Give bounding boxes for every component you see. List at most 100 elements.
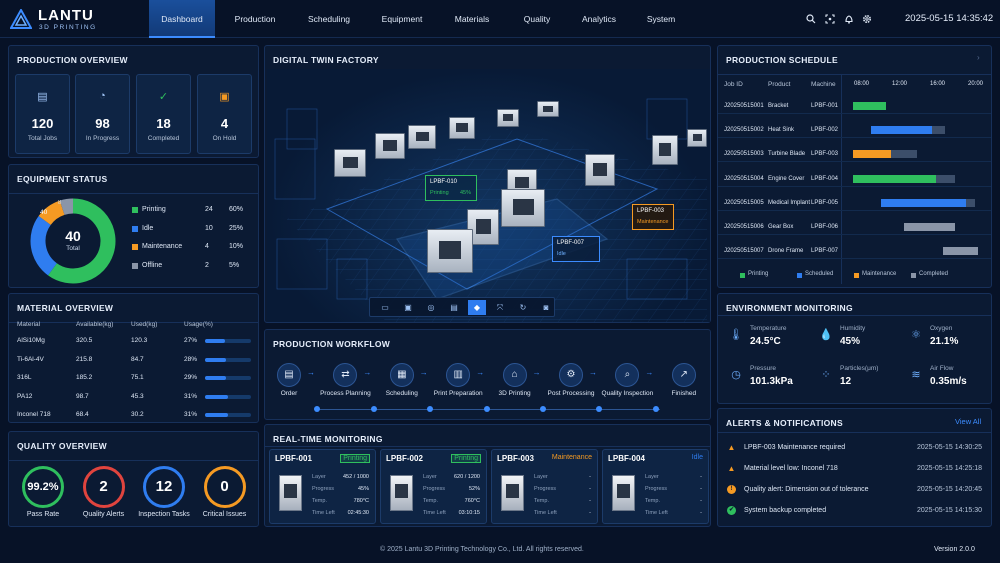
gantt-bar[interactable] (881, 198, 966, 207)
nav-production[interactable]: Production (222, 0, 288, 38)
monitor-card-lpbf-002[interactable]: LPBF-002 Printing Layer 620 / 1200 Progress 5… (380, 449, 487, 524)
callout-lpbf-010[interactable]: LPBF-010 Printing 45% (425, 175, 477, 201)
nav-quality[interactable]: Quality (504, 0, 570, 38)
stat-card-on-hold[interactable]: ▣ 4 On Hold (197, 74, 252, 154)
machine-model[interactable] (497, 109, 519, 127)
stat-card-in-progress[interactable]: ◔ 98 In Progress (75, 74, 130, 154)
gantt-bar[interactable] (853, 102, 887, 110)
machine-id: LPBF-001 (811, 103, 839, 109)
env-label: Humidity (840, 325, 866, 332)
job-id[interactable]: J20250515006 (724, 224, 764, 230)
rotate-icon[interactable]: ↻ (514, 300, 532, 315)
stat-card-total-jobs[interactable]: ▤ 120 Total Jobs (15, 74, 70, 154)
factory-3d-view[interactable]: LPBF-010 Printing 45% LPBF-003 Maintenan… (267, 69, 710, 322)
box-icon[interactable]: ▣ (399, 300, 417, 315)
workflow-step-icon[interactable]: ↗ (671, 363, 696, 387)
machine-model[interactable] (408, 125, 436, 149)
callout-lpbf-007[interactable]: LPBF-007 Idle (552, 236, 600, 262)
job-id[interactable]: J20250515003 (724, 151, 764, 157)
gantt-bar[interactable] (904, 223, 956, 231)
monitor-card-lpbf-004[interactable]: LPBF-004 Idle Layer - Progress - Temp. - Time Le… (602, 449, 709, 524)
scan-icon[interactable] (825, 14, 835, 26)
workflow-step-icon[interactable]: ▦ (389, 363, 414, 387)
alert-text[interactable]: Material level low: Inconel 718 (744, 465, 838, 472)
job-id[interactable]: J20250515007 (724, 248, 764, 254)
alert-text[interactable]: LPBF-003 Maintenance required (744, 444, 845, 451)
search-icon[interactable] (806, 14, 816, 26)
logo-icon (9, 7, 33, 29)
stat-card-completed[interactable]: ✓ 18 Completed (136, 74, 191, 154)
view-all-link[interactable]: View All (955, 417, 981, 426)
gantt-bar[interactable] (853, 150, 892, 159)
env-label: Air Flow (930, 365, 954, 372)
workflow-step-icon[interactable]: ▤ (277, 363, 301, 387)
machine-model[interactable] (687, 129, 707, 147)
alert-text[interactable]: System backup completed (744, 507, 826, 514)
workflow-step-icon[interactable]: ⌂ (502, 363, 527, 387)
time-tick: 16:00 (930, 81, 946, 87)
gantt-bar[interactable] (942, 247, 979, 256)
workflow-step-icon[interactable]: ⇄ (333, 363, 358, 387)
settings-icon[interactable]: ◎ (422, 300, 440, 315)
printer-image (390, 475, 413, 511)
layout-icon[interactable]: ▭ (376, 300, 394, 315)
workflow-step-icon[interactable]: ⚙ (559, 363, 583, 387)
job-id[interactable]: J20250515005 (724, 200, 764, 206)
machine-model[interactable] (427, 229, 473, 273)
workflow-step-icon[interactable]: ⌕ (615, 363, 640, 387)
alert-text[interactable]: Quality alert: Dimension out of toleranc… (744, 486, 869, 493)
cube-icon[interactable]: ◆ (468, 300, 486, 315)
nav-scheduling[interactable]: Scheduling (296, 0, 362, 38)
quality-ring[interactable]: 0 (203, 466, 246, 508)
quality-ring[interactable]: 99.2% (22, 466, 64, 508)
monitor-card-lpbf-003[interactable]: LPBF-003 Maintenance Layer - Progress - Temp. -… (491, 449, 598, 524)
nav-analytics[interactable]: Analytics (566, 0, 632, 38)
nav-dashboard[interactable]: Dashboard (149, 0, 215, 38)
donut-total-value: 40 (65, 228, 81, 244)
quality-ring[interactable]: 2 (82, 466, 125, 508)
job-id[interactable]: J20250515001 (724, 103, 764, 109)
machine-model[interactable] (449, 117, 475, 139)
donut-slice-idle[interactable] (30, 216, 58, 276)
machine-model[interactable] (501, 189, 545, 227)
donut-slice-maintenance[interactable] (38, 200, 65, 226)
quality-ring[interactable]: 12 (143, 466, 185, 508)
callout-lpbf-003[interactable]: LPBF-003 Maintenance (632, 204, 674, 230)
callout-id: LPBF-003 (637, 208, 665, 214)
gantt-bar-rest (965, 198, 975, 207)
panel-title: PRODUCTION WORKFLOW (273, 339, 391, 349)
gear-icon[interactable] (862, 14, 872, 26)
usage-bar (205, 357, 251, 362)
nav-system[interactable]: System (628, 0, 694, 38)
brand-name: LANTU (38, 7, 94, 24)
chevron-right-icon[interactable]: › (977, 53, 980, 62)
job-id[interactable]: J20250515004 (724, 176, 764, 182)
machine-id: LPBF-007 (811, 248, 839, 255)
list-icon[interactable]: ▤ (445, 300, 463, 315)
bell-icon[interactable] (844, 14, 854, 26)
camera-icon[interactable]: ◙ (537, 300, 555, 315)
donut-slice-offline[interactable] (59, 198, 74, 215)
nav-materials[interactable]: Materials (439, 0, 505, 38)
quality-label: Quality Alerts (82, 511, 125, 518)
nav-equipment[interactable]: Equipment (369, 0, 435, 38)
gantt-bar[interactable] (853, 174, 937, 183)
arrow-right-icon: → (419, 368, 428, 377)
machine-model[interactable] (585, 154, 615, 186)
arrow-right-icon: → (307, 368, 315, 377)
material-available: 215.8 (76, 355, 93, 363)
machine-model[interactable] (652, 135, 678, 165)
material-name: AlSi10Mg (17, 337, 45, 344)
job-id[interactable]: J20250515002 (724, 127, 764, 133)
expand-icon[interactable]: ⤧ (491, 300, 509, 315)
product-name: Engine Cover (768, 175, 805, 182)
workflow-step-icon[interactable]: ▥ (446, 363, 471, 387)
material-usage: 28% (184, 355, 198, 363)
machine-model[interactable] (334, 149, 366, 177)
monitor-card-lpbf-001[interactable]: LPBF-001 Printing Layer 452 / 1000 Progress 4… (269, 449, 376, 524)
machine-model[interactable] (537, 101, 559, 117)
alert-time: 2025-05-15 14:20:45 (917, 486, 982, 493)
machine-model[interactable] (375, 133, 405, 159)
legend-label: Completed (919, 271, 949, 277)
gantt-bar[interactable] (870, 126, 933, 135)
